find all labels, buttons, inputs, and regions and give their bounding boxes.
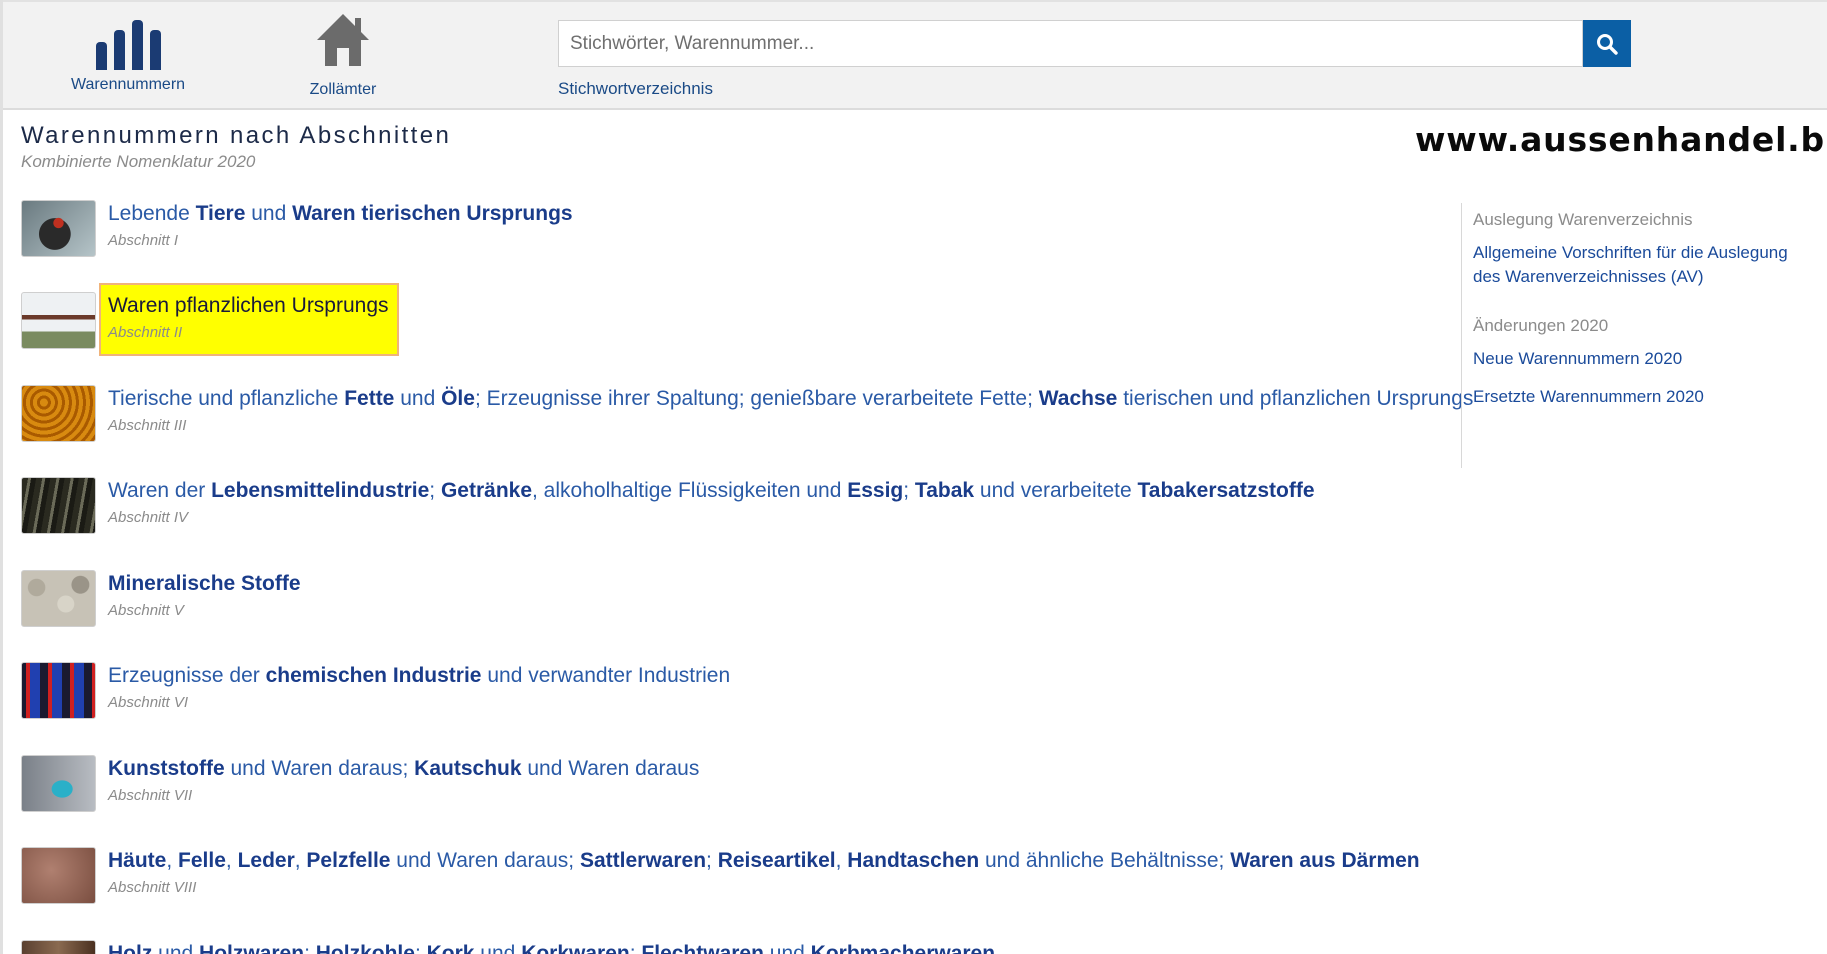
- section-2-subtitle: Abschnitt II: [108, 324, 183, 341]
- section-8-image: [21, 847, 96, 904]
- section-2-image: [21, 292, 96, 349]
- section-5-subtitle: Abschnitt V: [108, 602, 184, 619]
- search-input[interactable]: [558, 20, 1583, 67]
- sidebar-heading-auslegung: Auslegung Warenverzeichnis: [1473, 210, 1693, 229]
- stichwortverzeichnis-link[interactable]: Stichwortverzeichnis: [558, 79, 713, 99]
- bar-chart-icon: [63, 10, 193, 70]
- page-subtitle: Kombinierte Nomenklatur 2020: [21, 152, 256, 171]
- section-5-title[interactable]: Mineralische Stoffe: [108, 570, 301, 598]
- section-5-image: [21, 570, 96, 627]
- section-3-image: [21, 385, 96, 442]
- sidebar-link-neue-warennummern[interactable]: Neue Warennummern 2020: [1473, 347, 1801, 371]
- search-button[interactable]: [1583, 20, 1631, 67]
- section-2-title[interactable]: Waren pflanzlichen Ursprungs: [108, 292, 389, 320]
- nav-warennummern[interactable]: Warennummern: [63, 10, 193, 94]
- search-bar: [558, 20, 1631, 67]
- section-8-subtitle: Abschnitt VIII: [108, 879, 197, 896]
- section-3-subtitle: Abschnitt III: [108, 417, 187, 434]
- nav-zollaemter-label: Zollämter: [309, 81, 377, 98]
- section-3-title[interactable]: Tierische und pflanzliche Fette und Öle;…: [108, 385, 1473, 413]
- sidebar: Auslegung Warenverzeichnis Allgemeine Vo…: [1461, 203, 1801, 468]
- page-title: Warennummern nach Abschnitten: [21, 122, 452, 149]
- section-1-title[interactable]: Lebende Tiere und Waren tierischen Urspr…: [108, 200, 573, 228]
- section-6-title[interactable]: Erzeugnisse der chemischen Industrie und…: [108, 662, 730, 690]
- section-4-image: [21, 477, 96, 534]
- section-1-subtitle: Abschnitt I: [108, 232, 179, 249]
- section-7-title[interactable]: Kunststoffe und Waren daraus; Kautschuk …: [108, 755, 699, 783]
- section-4-subtitle: Abschnitt IV: [108, 509, 189, 526]
- section-7-subtitle: Abschnitt VII: [108, 787, 193, 804]
- section-4-title[interactable]: Waren der Lebensmittelindustrie; Getränk…: [108, 477, 1315, 505]
- section-7-image: [21, 755, 96, 812]
- house-icon: [317, 14, 369, 66]
- section-1-image: [21, 200, 96, 257]
- section-8-title[interactable]: Häute, Felle, Leder, Pelzfelle und Waren…: [108, 847, 1420, 875]
- section-9-image: [21, 940, 96, 954]
- nav-warennummern-label: Warennummern: [70, 76, 186, 93]
- nav-zollaemter[interactable]: Zollämter: [288, 10, 398, 99]
- search-icon: [1597, 33, 1618, 55]
- section-9-title[interactable]: Holz und Holzwaren; Holzkohle; Kork und …: [108, 940, 995, 954]
- sidebar-link-ersetzte-warennummern[interactable]: Ersetzte Warennummern 2020: [1473, 385, 1801, 409]
- section-6-image: [21, 662, 96, 719]
- page: Warennummern Zollämter Stichwortverzeich…: [0, 0, 1827, 954]
- sidebar-link-allgemeine-vorschriften[interactable]: Allgemeine Vorschriften für die Auslegun…: [1473, 241, 1793, 289]
- section-6-subtitle: Abschnitt VI: [108, 694, 189, 711]
- top-navigation-bar: Warennummern Zollämter Stichwortverzeich…: [3, 0, 1827, 110]
- sidebar-heading-aenderungen: Änderungen 2020: [1473, 316, 1609, 335]
- brand-watermark: www.aussenhandel.biz: [1415, 120, 1827, 159]
